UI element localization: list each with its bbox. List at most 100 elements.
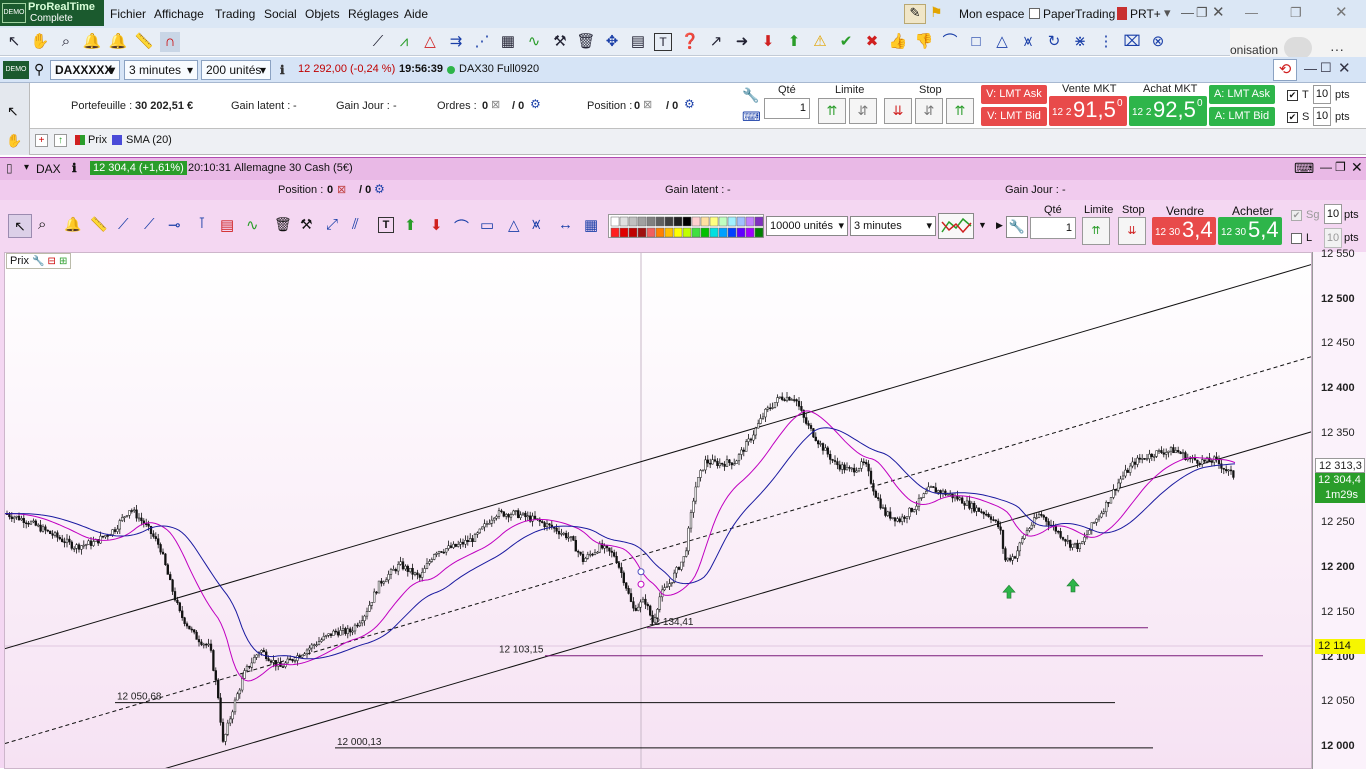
palette-swatch[interactable] <box>610 216 620 227</box>
flag-icon[interactable]: ⚑ <box>930 4 943 21</box>
palette-swatch[interactable] <box>664 216 674 227</box>
chart-restore-icon[interactable]: ❐ <box>1335 160 1346 174</box>
palette-swatch[interactable] <box>673 216 683 227</box>
regression-icon[interactable]: ⋮ <box>1096 32 1116 52</box>
limit-buy-button[interactable]: ⇈ <box>818 98 846 124</box>
line-icon[interactable]: ⟋ <box>118 216 129 233</box>
palette-swatch[interactable] <box>637 227 647 238</box>
triangle-icon[interactable]: △ <box>992 32 1012 52</box>
menu-objets[interactable]: Objets <box>305 7 340 21</box>
panel-minimize-icon[interactable]: — <box>1304 61 1317 76</box>
close-position-icon[interactable]: ⊠ <box>337 183 346 196</box>
l-input[interactable]: 10 <box>1324 228 1342 248</box>
vline-icon[interactable]: ⊺ <box>198 214 206 232</box>
wave-icon[interactable]: ∿ <box>524 32 544 52</box>
palette-swatch[interactable] <box>691 216 701 227</box>
arrow-down-red-icon[interactable]: ⬇ <box>430 216 443 234</box>
chart-minimize-icon[interactable]: — <box>1320 160 1332 174</box>
lasso-icon[interactable]: ⌒ <box>940 32 960 52</box>
trash-icon[interactable]: 🗑 <box>576 32 596 52</box>
palette-swatch[interactable] <box>745 227 755 238</box>
palette-swatch[interactable] <box>646 216 656 227</box>
keyboard-icon[interactable]: ⌨ <box>742 109 761 125</box>
delete-objects-icon[interactable]: ⊗ <box>1148 32 1168 52</box>
chart-qte-input[interactable]: 1 <box>1030 217 1076 239</box>
papertrading-checkbox[interactable] <box>1029 8 1040 19</box>
wrench-icon[interactable]: 🔧 <box>742 87 759 104</box>
eraser-icon[interactable]: ⌧ <box>1122 32 1142 52</box>
wave-icon[interactable]: ∿ <box>246 216 259 234</box>
l-checkbox[interactable] <box>1291 233 1302 244</box>
qte-input[interactable]: 1 <box>764 98 810 119</box>
parallel-icon[interactable]: ⫽ <box>352 216 359 233</box>
price-chart[interactable]: Prix 🔧 ⊟ ⊞ 12 134,41 12 103,15 12 050,68 12… <box>4 252 1312 769</box>
arrow-up-green-icon[interactable]: ⬆ <box>784 32 804 52</box>
sell-button[interactable]: 12 30 3,4 <box>1152 217 1216 245</box>
zoom-icon[interactable]: ⌕ <box>38 216 46 233</box>
palette-swatch[interactable] <box>646 227 656 238</box>
menu-trading[interactable]: Trading <box>215 7 255 21</box>
prix-indicator-label[interactable]: Prix <box>88 134 107 146</box>
zigzag-icon[interactable]: ⩘ <box>394 32 414 52</box>
channel-icon[interactable]: ⤢ <box>326 216 338 233</box>
cursor-icon[interactable]: ↖ <box>4 32 24 52</box>
arrow-down-red-icon[interactable]: ⬇ <box>758 32 778 52</box>
minimize-icon[interactable]: — <box>1181 5 1194 20</box>
menu-fichier[interactable]: Fichier <box>110 7 146 21</box>
hammer-icon[interactable]: ⚒ <box>300 216 313 233</box>
chart-stop-button[interactable]: ⇊ <box>1118 217 1146 245</box>
limit-edit-button[interactable]: ⇵ <box>849 98 877 124</box>
palette-swatch[interactable] <box>736 216 746 227</box>
price-axis[interactable]: 12 55012 50012 45012 40012 35012 30012 2… <box>1312 248 1366 769</box>
palette-swatch[interactable] <box>754 216 764 227</box>
hand-icon[interactable]: ✋ <box>30 32 50 52</box>
grid-tool-icon[interactable]: ▦ <box>498 32 518 52</box>
segment-icon[interactable]: ⟋ <box>368 32 388 52</box>
hline-icon[interactable]: ⊸ <box>168 216 181 234</box>
gann-icon[interactable]: ⋇ <box>1070 32 1090 52</box>
palette-swatch[interactable] <box>619 216 629 227</box>
prix-chart-tag[interactable]: Prix 🔧 ⊟ ⊞ <box>6 253 72 269</box>
gear-icon[interactable]: ⚙ <box>530 97 541 111</box>
up-arrow-icon[interactable]: ↑ <box>54 134 67 147</box>
timeframe-select[interactable]: 3 minutes ▾ <box>124 60 198 80</box>
buy-button[interactable]: 12 30 5,4 <box>1218 217 1282 245</box>
more-options-icon[interactable]: ··· <box>1330 41 1344 57</box>
palette-swatch[interactable] <box>682 216 692 227</box>
t-checkbox[interactable]: ✔ <box>1287 90 1298 101</box>
refresh-icon[interactable]: ⟲ <box>1273 59 1297 81</box>
text-box-icon[interactable]: ▤ <box>628 32 648 52</box>
menu-social[interactable]: Social <box>264 7 297 21</box>
menu-reglages[interactable]: Réglages <box>348 7 399 21</box>
pitchfork-icon[interactable]: ⩙ <box>532 216 540 233</box>
palette-swatch[interactable] <box>727 227 737 238</box>
info-icon[interactable]: ℹ <box>72 161 77 175</box>
s-checkbox[interactable]: ✔ <box>1287 112 1298 123</box>
triangle-pattern-icon[interactable]: △ <box>420 32 440 52</box>
chart-canvas[interactable]: 12 134,4112 103,1512 050,6812 000,13 <box>5 253 1312 769</box>
palette-swatch[interactable] <box>736 227 746 238</box>
move-icon[interactable]: ✥ <box>602 32 622 52</box>
menu-aide[interactable]: Aide <box>404 7 428 21</box>
palette-swatch[interactable] <box>718 216 728 227</box>
hammer-icon[interactable]: ⚒ <box>550 32 570 52</box>
close-icon[interactable]: ✕ <box>1212 3 1225 21</box>
arrow-tool-icon[interactable]: ↗ <box>706 32 726 52</box>
sg-input[interactable]: 10 <box>1324 204 1342 224</box>
check-icon[interactable]: ✔ <box>836 32 856 52</box>
papertrading-label[interactable]: PaperTrading <box>1043 7 1115 21</box>
fan-icon[interactable]: ⋰ <box>472 32 492 52</box>
close-position-icon[interactable]: ⊠ <box>643 98 652 111</box>
browser-close-icon[interactable]: ✕ <box>1335 3 1348 21</box>
rectangle-icon[interactable]: □ <box>966 32 986 52</box>
avatar[interactable] <box>1284 37 1312 59</box>
gear-icon[interactable]: ⚙ <box>684 97 695 111</box>
palette-swatch[interactable] <box>718 227 728 238</box>
sell-lmt-ask-button[interactable]: V: LMT Ask <box>981 85 1047 104</box>
triangle-icon[interactable]: △ <box>508 216 520 234</box>
palette-swatch[interactable] <box>709 227 719 238</box>
keyboard-icon[interactable]: ⌨ <box>1294 160 1314 177</box>
t-input[interactable]: 10 <box>1313 85 1331 104</box>
alert-bell-multi-icon[interactable]: 🔔 <box>108 32 128 52</box>
palette-swatch[interactable] <box>700 227 710 238</box>
